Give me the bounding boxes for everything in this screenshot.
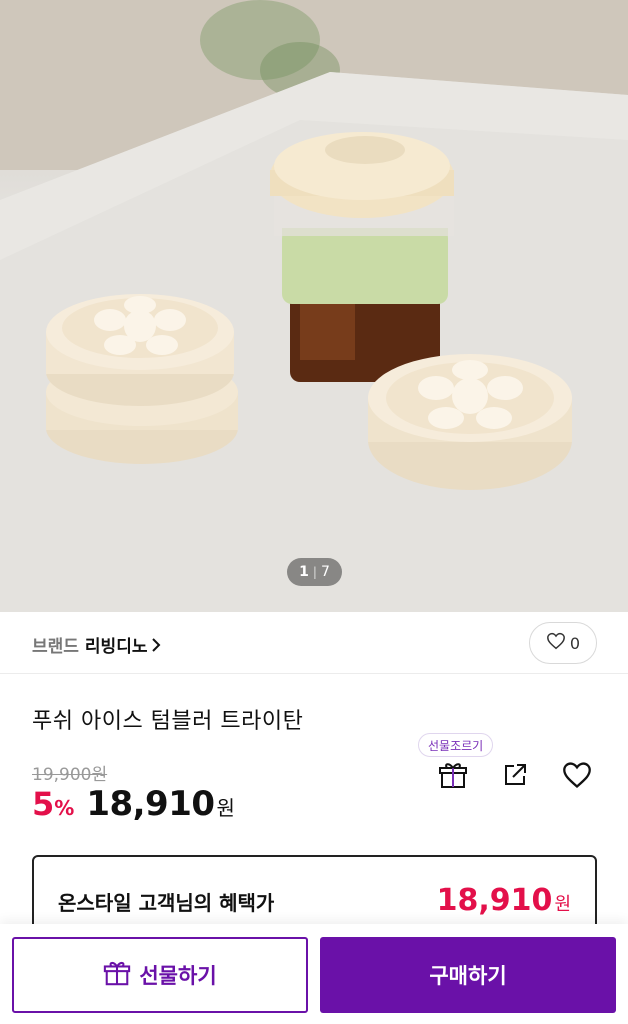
gift-icon (103, 959, 131, 992)
benefit-price-currency: 원 (554, 894, 571, 915)
gift-button[interactable]: 선물하기 (12, 937, 308, 1013)
brand-row: 브랜드 리빙디노 0 (0, 612, 628, 674)
brand-link[interactable]: 브랜드 리빙디노 (32, 632, 161, 657)
sale-price-row: 5 % 18,910 원 (32, 784, 235, 824)
original-price: 19,900원 (32, 765, 108, 785)
product-photo (0, 0, 628, 612)
pager-total: 7 (320, 564, 330, 580)
wishlist-button[interactable] (559, 759, 595, 795)
share-icon (501, 761, 529, 793)
benefit-label: 온스타일 고객님의 혜택가 (58, 891, 275, 915)
gift-button-label: 선물하기 (139, 964, 217, 988)
share-button[interactable] (497, 759, 533, 795)
gift-request-tooltip: 선물조르기 (418, 733, 494, 757)
brand-prefix: 브랜드 (32, 637, 79, 657)
product-image-carousel[interactable]: 1 | 7 (0, 0, 628, 612)
bottom-action-bar: 선물하기 구매하기 (0, 924, 628, 1024)
brand-like-button[interactable]: 0 (529, 622, 597, 664)
like-count: 0 (569, 633, 581, 653)
brand-name: 리빙디노 (84, 637, 148, 657)
pager-current: 1 (299, 564, 309, 580)
image-pager-indicator: 1 | 7 (287, 558, 342, 586)
heart-outline-icon (546, 632, 566, 654)
pager-separator: | (312, 565, 317, 579)
discount-percent-symbol: % (54, 796, 75, 820)
gift-icon (438, 760, 468, 794)
buy-button-label: 구매하기 (429, 964, 507, 988)
buy-button[interactable]: 구매하기 (320, 937, 616, 1013)
sale-price-currency: 원 (216, 796, 235, 820)
chevron-right-icon (151, 637, 161, 653)
product-title: 푸쉬 아이스 텀블러 트라이탄 (32, 709, 304, 734)
sale-price: 18,910 (86, 784, 215, 824)
gift-request-button[interactable] (435, 759, 471, 795)
benefit-price-group: 18,910 원 (437, 883, 571, 918)
benefit-price: 18,910 (436, 883, 553, 918)
heart-icon (561, 761, 593, 793)
discount-rate: 5 (32, 785, 55, 823)
